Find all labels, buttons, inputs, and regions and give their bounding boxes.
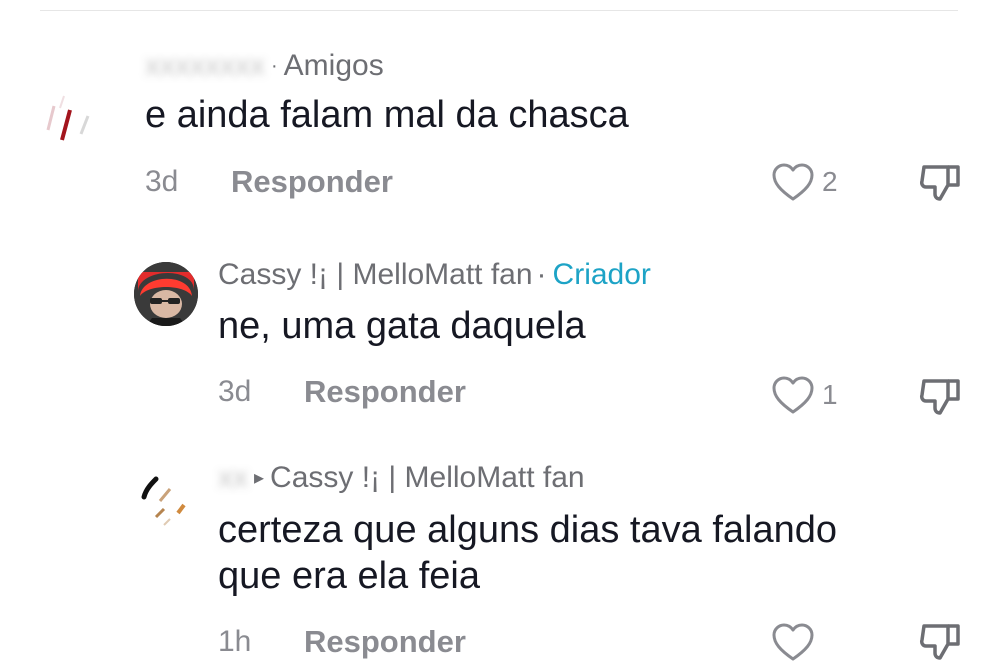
like-count: 1 (822, 379, 838, 410)
comment-text: ne, uma gata daquela (218, 305, 586, 347)
username[interactable]: xx ▸ Cassy !¡ | MelloMatt fan (218, 461, 585, 495)
reply-button[interactable]: Responder (231, 164, 393, 200)
reply-button[interactable]: Responder (304, 374, 466, 410)
timestamp: 1h (218, 625, 252, 658)
avatar[interactable] (134, 467, 198, 531)
thumbs-down-icon[interactable] (918, 618, 964, 662)
like-count: 2 (822, 166, 838, 197)
username-text: Cassy !¡ | MelloMatt fan (218, 258, 533, 291)
comment-text: e ainda falam mal da chasca (145, 94, 629, 136)
avatar[interactable] (134, 262, 198, 326)
creator-badge: Criador (552, 258, 651, 291)
comment-item: xx ▸ Cassy !¡ | MelloMatt fan certeza que … (0, 450, 1000, 662)
heart-icon[interactable] (770, 621, 816, 662)
separator: · (536, 258, 547, 291)
username[interactable]: xxxxxxxx · Amigos (145, 49, 384, 83)
reply-to-username: Cassy !¡ | MelloMatt fan (270, 461, 585, 494)
avatar[interactable] (36, 68, 116, 148)
timestamp: 3d (145, 165, 179, 198)
reply-arrow-icon: ▸ (254, 467, 265, 489)
comments-panel: xxxxxxxx · Amigos e ainda falam mal da cha… (0, 0, 1000, 662)
like-group: 1 (770, 373, 838, 417)
username[interactable]: Cassy !¡ | MelloMatt fan · Criador (218, 258, 651, 292)
reply-button[interactable]: Responder (304, 624, 466, 660)
comment-text: certeza que alguns dias tava falando que… (218, 509, 837, 597)
thumbs-down-icon[interactable] (918, 373, 964, 417)
comment-meta: 3d Responder (145, 160, 393, 204)
heart-icon[interactable] (770, 374, 816, 416)
comment-item: xxxxxxxx · Amigos e ainda falam mal da cha… (0, 40, 1000, 225)
comment-item: Cassy !¡ | MelloMatt fan · Criador ne, uma… (0, 245, 1000, 430)
username-text: Amigos (283, 49, 384, 82)
reply-arrow-icon: · (271, 55, 278, 77)
comment-meta: 1h Responder (218, 620, 466, 662)
divider (40, 10, 958, 11)
thumbs-down-icon[interactable] (918, 159, 964, 203)
heart-icon[interactable] (770, 161, 816, 203)
like-group (770, 620, 816, 662)
timestamp: 3d (218, 375, 252, 408)
comment-meta: 3d Responder (218, 370, 466, 414)
like-group: 2 (770, 160, 838, 204)
